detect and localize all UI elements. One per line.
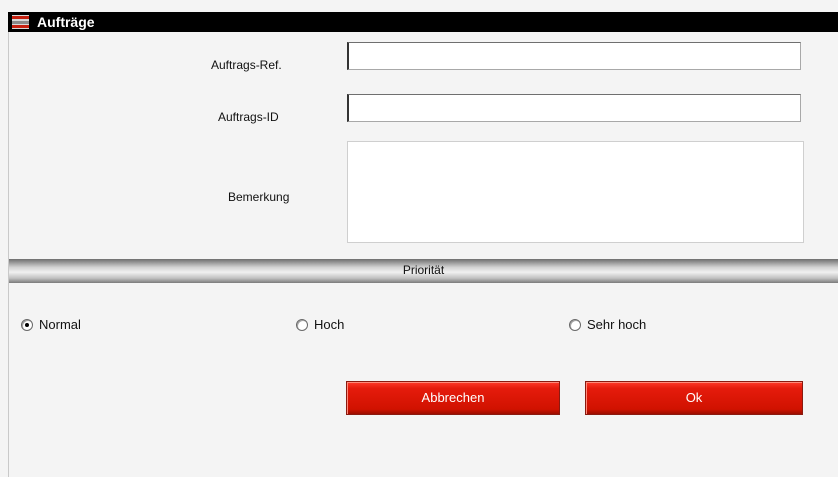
priority-very-high-label: Sehr hoch: [587, 317, 647, 332]
priority-high-radio[interactable]: Hoch: [296, 317, 344, 332]
order-id-label: Auftrags-ID: [218, 110, 279, 124]
radio-unchecked-icon: [296, 318, 308, 331]
left-border: [8, 32, 9, 477]
priority-very-high-radio[interactable]: Sehr hoch: [569, 317, 646, 332]
remark-label: Bemerkung: [228, 190, 290, 204]
radio-unchecked-icon: [569, 318, 581, 331]
remark-textarea[interactable]: [347, 141, 804, 243]
order-ref-input[interactable]: [347, 42, 801, 70]
title-bar: Aufträge: [8, 12, 838, 32]
priority-high-label: Hoch: [314, 317, 345, 332]
priority-section-header: Priorität: [9, 259, 838, 283]
order-ref-label: Auftrags-Ref.: [211, 58, 282, 72]
priority-radio-group: Normal Hoch Sehr hoch: [9, 283, 838, 363]
priority-title: Priorität: [402, 263, 445, 277]
orders-dialog: Aufträge Auftrags-Ref. Auftrags-ID Bemer…: [0, 0, 838, 477]
ok-button[interactable]: Ok: [585, 381, 803, 415]
priority-normal-label: Normal: [39, 317, 81, 332]
cancel-button[interactable]: Abbrechen: [346, 381, 560, 415]
order-id-input[interactable]: [347, 94, 801, 122]
priority-normal-radio[interactable]: Normal: [21, 317, 81, 332]
window-title: Aufträge: [37, 14, 95, 30]
radio-checked-icon: [21, 318, 33, 331]
app-logo-icon: [12, 15, 29, 29]
